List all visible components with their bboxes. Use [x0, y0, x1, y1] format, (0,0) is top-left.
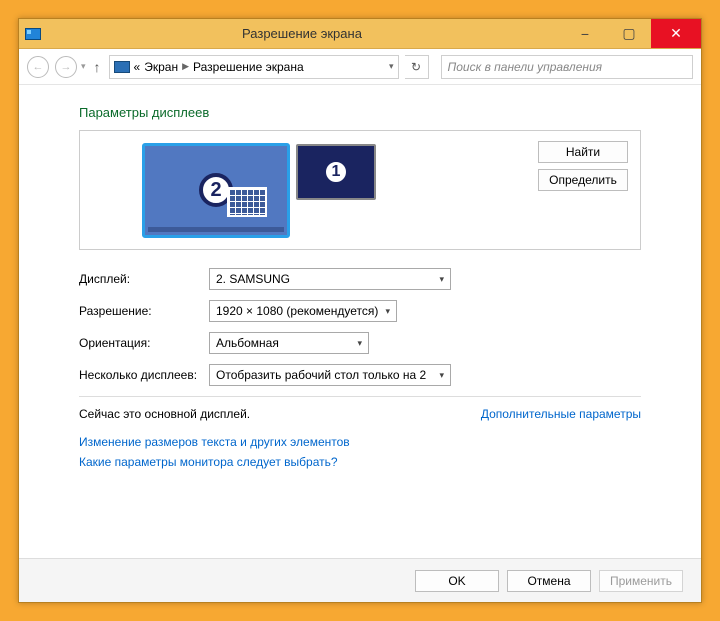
forward-button[interactable]: → [55, 56, 77, 78]
titlebar: Разрешение экрана − ▢ ✕ [19, 19, 701, 49]
maximize-button[interactable]: ▢ [607, 19, 651, 48]
advanced-settings-link[interactable]: Дополнительные параметры [481, 407, 641, 421]
search-input[interactable]: Поиск в панели управления [441, 55, 693, 79]
grid-icon [227, 187, 267, 217]
monitor-1-number: 1 [323, 159, 349, 185]
orientation-select[interactable]: Альбомная ▾ [209, 332, 369, 354]
find-button[interactable]: Найти [538, 141, 628, 163]
cancel-button[interactable]: Отмена [507, 570, 591, 592]
page-heading: Параметры дисплеев [79, 105, 641, 120]
resolution-value: 1920 × 1080 (рекомендуется) [216, 304, 378, 318]
close-button[interactable]: ✕ [651, 19, 701, 48]
chevron-down-icon: ▾ [357, 338, 362, 349]
resolution-label: Разрешение: [79, 304, 209, 318]
history-dropdown[interactable]: ▾ [81, 61, 86, 72]
window-title: Разрешение экрана [41, 19, 563, 48]
display-label: Дисплей: [79, 272, 209, 286]
nav-toolbar: ← → ▾ ↑ « Экран ▶ Разрешение экрана ▾ ↻ … [19, 49, 701, 85]
monitor-1[interactable]: 1 [296, 144, 376, 200]
apply-button[interactable]: Применить [599, 570, 683, 592]
address-dropdown[interactable]: ▾ [389, 61, 394, 72]
monitor-help-link[interactable]: Какие параметры монитора следует выбрать… [79, 455, 641, 469]
taskbar-icon [148, 227, 284, 232]
refresh-button[interactable]: ↻ [405, 55, 429, 79]
orientation-value: Альбомная [216, 336, 279, 350]
display-value: 2. SAMSUNG [216, 272, 290, 286]
ok-button[interactable]: OK [415, 570, 499, 592]
dialog-footer: OK Отмена Применить [19, 558, 701, 602]
content-area: Параметры дисплеев 2 1 Найти Определить … [19, 85, 701, 558]
chevron-right-icon: ▶ [182, 61, 189, 72]
up-button[interactable]: ↑ [94, 59, 101, 75]
identify-button[interactable]: Определить [538, 169, 628, 191]
monitor-2[interactable]: 2 [142, 143, 290, 238]
address-bar[interactable]: « Экран ▶ Разрешение экрана ▾ [109, 55, 399, 79]
chevron-down-icon: ▾ [439, 370, 444, 381]
breadcrumb-resolution[interactable]: Разрешение экрана [193, 60, 304, 74]
monitor-icon [114, 61, 130, 73]
chevron-down-icon: ▾ [385, 306, 390, 317]
breadcrumb-prefix: « [134, 60, 141, 74]
orientation-label: Ориентация: [79, 336, 209, 350]
chevron-down-icon: ▾ [439, 274, 444, 285]
multi-display-label: Несколько дисплеев: [79, 368, 209, 382]
breadcrumb-screen[interactable]: Экран [144, 60, 178, 74]
divider [79, 396, 641, 397]
resolution-select[interactable]: 1920 × 1080 (рекомендуется) ▾ [209, 300, 397, 322]
main-display-status: Сейчас это основной дисплей. [79, 407, 250, 421]
window-frame: Разрешение экрана − ▢ ✕ ← → ▾ ↑ « Экран … [18, 18, 702, 603]
display-arrangement: 2 1 Найти Определить [79, 130, 641, 250]
minimize-button[interactable]: − [563, 19, 607, 48]
search-placeholder: Поиск в панели управления [448, 60, 603, 74]
app-icon [25, 28, 41, 40]
multi-display-value: Отобразить рабочий стол только на 2 [216, 368, 426, 382]
back-button[interactable]: ← [27, 56, 49, 78]
multi-display-select[interactable]: Отобразить рабочий стол только на 2 ▾ [209, 364, 451, 386]
text-size-link[interactable]: Изменение размеров текста и других элеме… [79, 435, 641, 449]
display-select[interactable]: 2. SAMSUNG ▾ [209, 268, 451, 290]
